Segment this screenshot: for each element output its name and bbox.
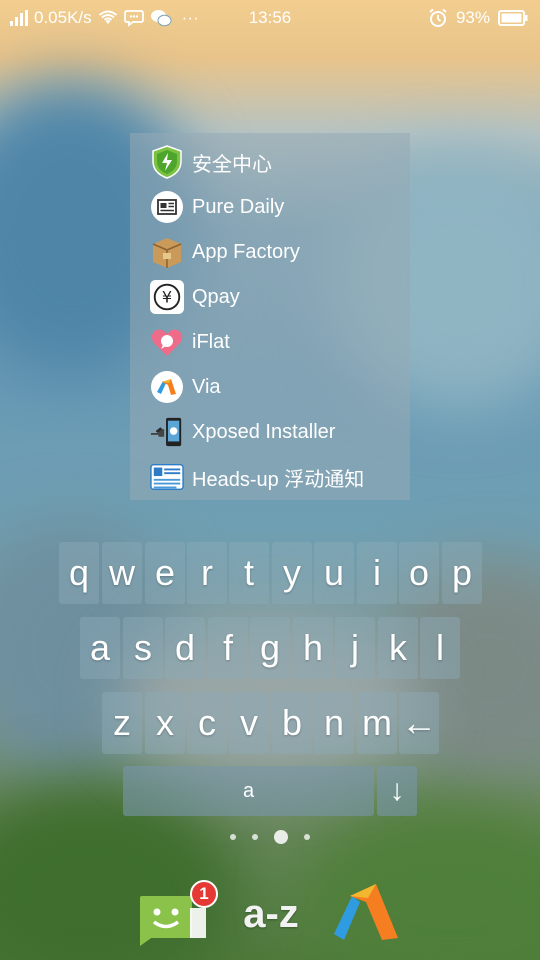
app-label: Heads-up 浮动通知 <box>192 468 365 491</box>
key-b[interactable]: b <box>272 692 312 754</box>
key-v[interactable]: v <box>229 692 269 754</box>
app-item-qpay[interactable]: ¥ Qpay <box>150 277 240 317</box>
key-p[interactable]: p <box>442 542 482 604</box>
status-bar: 0.05K/s ··· 13:56 93% <box>0 0 540 38</box>
key-f[interactable]: f <box>208 617 248 679</box>
qpay-icon: ¥ <box>150 280 184 314</box>
key-j[interactable]: j <box>335 617 375 679</box>
iflat-icon <box>150 325 184 359</box>
xposed-installer-icon <box>150 415 184 449</box>
key-x[interactable]: x <box>145 692 185 754</box>
key-l[interactable]: l <box>420 617 460 679</box>
key-z[interactable]: z <box>102 692 142 754</box>
messages-app[interactable]: 1 <box>138 878 218 948</box>
key-u[interactable]: u <box>314 542 354 604</box>
key-t[interactable]: t <box>229 542 269 604</box>
page-dot-active[interactable] <box>274 830 288 844</box>
app-item-pure-daily[interactable]: Pure Daily <box>150 187 284 227</box>
key-n[interactable]: n <box>314 692 354 754</box>
key-o[interactable]: o <box>399 542 439 604</box>
app-drawer-az-button[interactable]: a-z <box>236 884 306 944</box>
app-label: App Factory <box>192 240 300 263</box>
key-s[interactable]: s <box>123 617 163 679</box>
pure-daily-icon <box>150 190 184 224</box>
key-y[interactable]: y <box>272 542 312 604</box>
space-key[interactable]: a <box>123 766 374 816</box>
key-q[interactable]: q <box>59 542 99 604</box>
key-c[interactable]: c <box>187 692 227 754</box>
via-dock-app[interactable] <box>330 878 402 946</box>
key-a[interactable]: a <box>80 617 120 679</box>
dock: 1 a-z <box>0 872 540 952</box>
key-h[interactable]: h <box>293 617 333 679</box>
app-label: 安全中心 <box>192 153 272 176</box>
app-item-heads-up[interactable]: Heads-up 浮动通知 <box>150 457 364 497</box>
az-label: a-z <box>243 891 299 936</box>
key-e[interactable]: e <box>145 542 185 604</box>
security-center-icon <box>150 145 184 179</box>
page-dot[interactable] <box>230 834 236 840</box>
key-w[interactable]: w <box>102 542 142 604</box>
messages-badge: 1 <box>190 880 218 908</box>
svg-text:¥: ¥ <box>162 288 172 307</box>
key-r[interactable]: r <box>187 542 227 604</box>
page-dot[interactable] <box>304 834 310 840</box>
app-factory-icon <box>150 235 184 269</box>
status-time: 13:56 <box>248 8 292 27</box>
backspace-key[interactable]: ← <box>399 692 439 754</box>
key-m[interactable]: m <box>357 692 397 754</box>
via-icon <box>150 370 184 404</box>
battery-percent: 93% <box>455 8 490 27</box>
app-item-xposed-installer[interactable]: Xposed Installer <box>150 412 335 452</box>
key-g[interactable]: g <box>250 617 290 679</box>
page-dot[interactable] <box>252 834 258 840</box>
via-icon <box>334 884 398 940</box>
app-label: Via <box>192 375 221 398</box>
enter-key[interactable]: ↓ <box>377 766 417 816</box>
key-i[interactable]: i <box>357 542 397 604</box>
key-k[interactable]: k <box>378 617 418 679</box>
app-item-via[interactable]: Via <box>150 367 221 407</box>
app-item-app-factory[interactable]: App Factory <box>150 232 300 272</box>
app-label: Xposed Installer <box>192 420 336 443</box>
page-indicator <box>0 830 540 844</box>
app-item-iflat[interactable]: iFlat <box>150 322 230 362</box>
app-label: Pure Daily <box>192 195 285 218</box>
heads-up-icon <box>150 460 184 494</box>
app-search-results-panel: 安全中心 Pure Daily App Factory ¥ Qpay iFlat… <box>130 133 410 500</box>
app-label: iFlat <box>192 330 230 353</box>
app-item-security-center[interactable]: 安全中心 <box>150 142 272 182</box>
alarm-icon <box>429 8 447 27</box>
key-d[interactable]: d <box>165 617 205 679</box>
battery-icon <box>498 10 528 26</box>
app-label: Qpay <box>192 285 240 308</box>
